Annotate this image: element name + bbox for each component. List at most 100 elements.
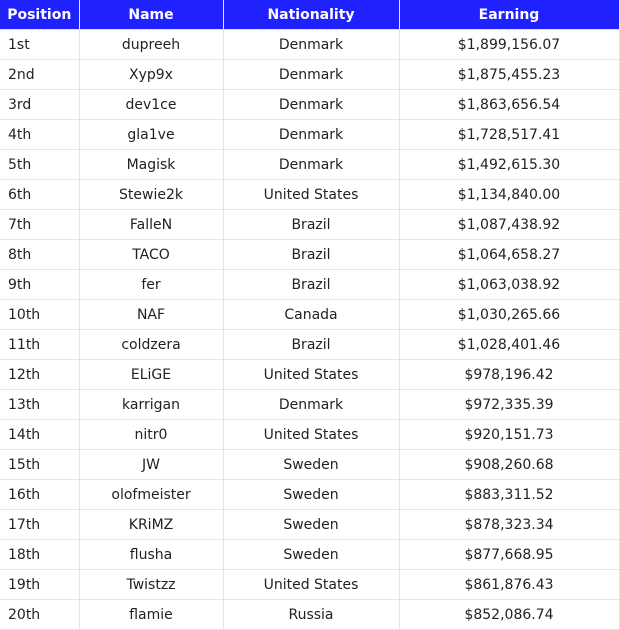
cell-name: dev1ce [78,89,224,120]
cell-nationality: United States [222,359,400,390]
cell-position: 1st [0,29,80,60]
cell-earning: $908,260.68 [398,449,620,480]
cell-name: KRiMZ [78,509,224,540]
table-row: 14th nitr0 United States $920,151.73 [0,419,620,450]
cell-name: Stewie2k [78,179,224,210]
cell-nationality: Sweden [222,479,400,510]
cell-earning: $852,086.74 [398,599,620,630]
cell-nationality: Sweden [222,509,400,540]
cell-earning: $972,335.39 [398,389,620,420]
table-row: 1st dupreeh Denmark $1,899,156.07 [0,29,620,60]
header-position[interactable]: Position [0,0,80,30]
cell-nationality: United States [222,569,400,600]
header-row: Position Name Nationality Earning [0,0,620,30]
table-row: 17th KRiMZ Sweden $878,323.34 [0,509,620,540]
cell-name: nitr0 [78,419,224,450]
cell-position: 3rd [0,89,80,120]
cell-earning: $878,323.34 [398,509,620,540]
cell-position: 12th [0,359,80,390]
cell-position: 9th [0,269,80,300]
cell-position: 11th [0,329,80,360]
cell-position: 15th [0,449,80,480]
cell-name: coldzera [78,329,224,360]
cell-position: 7th [0,209,80,240]
cell-position: 6th [0,179,80,210]
cell-nationality: Brazil [222,209,400,240]
cell-position: 19th [0,569,80,600]
cell-name: JW [78,449,224,480]
table-row: 13th karrigan Denmark $972,335.39 [0,389,620,420]
cell-name: gla1ve [78,119,224,150]
cell-name: NAF [78,299,224,330]
cell-name: Magisk [78,149,224,180]
table-row: 9th fer Brazil $1,063,038.92 [0,269,620,300]
cell-nationality: Denmark [222,149,400,180]
table-row: 4th gla1ve Denmark $1,728,517.41 [0,119,620,150]
cell-nationality: United States [222,419,400,450]
table-row: 6th Stewie2k United States $1,134,840.00 [0,179,620,210]
cell-nationality: Sweden [222,539,400,570]
cell-nationality: Denmark [222,119,400,150]
cell-position: 18th [0,539,80,570]
table-row: 18th flusha Sweden $877,668.95 [0,539,620,570]
cell-nationality: Sweden [222,449,400,480]
cell-earning: $1,728,517.41 [398,119,620,150]
cell-position: 4th [0,119,80,150]
table-row: 10th NAF Canada $1,030,265.66 [0,299,620,330]
cell-earning: $978,196.42 [398,359,620,390]
table-row: 12th ELiGE United States $978,196.42 [0,359,620,390]
cell-nationality: Russia [222,599,400,630]
cell-earning: $1,028,401.46 [398,329,620,360]
cell-name: olofmeister [78,479,224,510]
table-row: 20th flamie Russia $852,086.74 [0,599,620,630]
table-row: 19th Twistzz United States $861,876.43 [0,569,620,600]
cell-nationality: Canada [222,299,400,330]
cell-earning: $877,668.95 [398,539,620,570]
table-row: 15th JW Sweden $908,260.68 [0,449,620,480]
cell-earning: $920,151.73 [398,419,620,450]
cell-name: TACO [78,239,224,270]
cell-name: dupreeh [78,29,224,60]
table-row: 8th TACO Brazil $1,064,658.27 [0,239,620,270]
cell-nationality: United States [222,179,400,210]
cell-name: flusha [78,539,224,570]
table-header: Position Name Nationality Earning [0,0,620,30]
cell-nationality: Brazil [222,329,400,360]
table-row: 11th coldzera Brazil $1,028,401.46 [0,329,620,360]
cell-earning: $1,134,840.00 [398,179,620,210]
cell-nationality: Brazil [222,239,400,270]
cell-position: 14th [0,419,80,450]
header-name[interactable]: Name [78,0,224,30]
cell-name: ELiGE [78,359,224,390]
table-row: 16th olofmeister Sweden $883,311.52 [0,479,620,510]
cell-earning: $1,087,438.92 [398,209,620,240]
table-row: 7th FalleN Brazil $1,087,438.92 [0,209,620,240]
cell-position: 13th [0,389,80,420]
cell-nationality: Denmark [222,89,400,120]
cell-earning: $1,063,038.92 [398,269,620,300]
cell-name: fer [78,269,224,300]
header-nationality[interactable]: Nationality [222,0,400,30]
cell-name: flamie [78,599,224,630]
cell-nationality: Denmark [222,29,400,60]
cell-position: 10th [0,299,80,330]
cell-earning: $1,875,455.23 [398,59,620,90]
cell-name: Twistzz [78,569,224,600]
header-earning[interactable]: Earning [398,0,620,30]
table-row: 5th Magisk Denmark $1,492,615.30 [0,149,620,180]
table-body: 1st dupreeh Denmark $1,899,156.07 2nd Xyp9x De… [0,29,620,630]
earnings-table: Position Name Nationality Earning 1st dup… [0,0,620,630]
cell-position: 17th [0,509,80,540]
cell-position: 20th [0,599,80,630]
cell-earning: $1,492,615.30 [398,149,620,180]
cell-earning: $1,899,156.07 [398,29,620,60]
cell-position: 5th [0,149,80,180]
cell-name: FalleN [78,209,224,240]
cell-earning: $861,876.43 [398,569,620,600]
cell-position: 16th [0,479,80,510]
cell-nationality: Denmark [222,389,400,420]
cell-earning: $1,863,656.54 [398,89,620,120]
cell-earning: $1,064,658.27 [398,239,620,270]
cell-name: karrigan [78,389,224,420]
table-row: 3rd dev1ce Denmark $1,863,656.54 [0,89,620,120]
